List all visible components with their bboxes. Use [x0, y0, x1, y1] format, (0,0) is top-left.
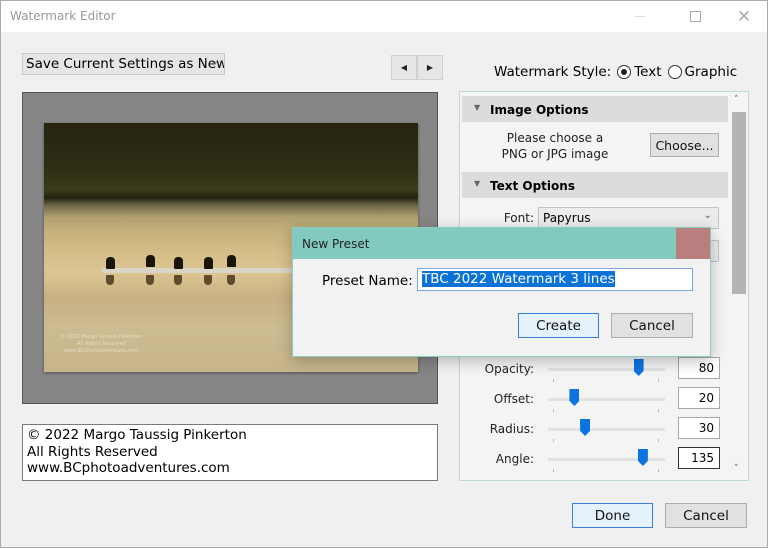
triangle-right-icon: ▶	[426, 63, 434, 72]
radius-label: Radius:	[489, 422, 534, 436]
rower	[106, 257, 115, 269]
image-prompt-line: PNG or JPG image	[501, 147, 609, 161]
slider-tick	[658, 379, 659, 382]
chevron-down-icon: ⌄	[210, 56, 219, 67]
angle-slider-thumb[interactable]	[637, 449, 648, 466]
image-options-title: Image Options	[490, 103, 589, 117]
dialog-title: New Preset	[302, 237, 370, 251]
choose-image-button[interactable]: Choose...	[650, 133, 719, 157]
rower-reflection	[174, 275, 182, 285]
slider-tick	[553, 379, 554, 382]
watermark-editor-window: Watermark Editor ✕ Save Current Settings…	[0, 0, 768, 548]
chevron-down-icon: ⌄	[703, 210, 712, 221]
previous-image-button[interactable]: ◀	[391, 55, 417, 80]
slider-tick	[658, 439, 659, 442]
watermark-text-line: All Rights Reserved	[27, 443, 158, 460]
preset-name-label: Preset Name:	[322, 273, 413, 289]
dialog-title-bar: New Preset	[293, 228, 710, 259]
close-button[interactable]: ✕	[721, 1, 767, 32]
slider-tick	[553, 409, 554, 412]
window-title: Watermark Editor	[10, 9, 116, 23]
maximize-icon	[689, 11, 701, 22]
radius-slider[interactable]	[548, 419, 665, 442]
minimize-icon	[635, 16, 645, 17]
dialog-close-button[interactable]	[676, 228, 710, 259]
rower-reflection	[106, 275, 114, 285]
slider-tick	[658, 469, 659, 472]
rower	[204, 257, 213, 269]
scroll-down-icon[interactable]: ˅	[734, 464, 739, 474]
rower-reflection	[204, 275, 212, 285]
preview-navigation: ◀ ▶	[391, 55, 443, 80]
cancel-button[interactable]: Cancel	[665, 503, 747, 528]
radio-text-label[interactable]: Text	[634, 64, 661, 80]
radio-text[interactable]	[617, 65, 632, 79]
panel-scrollbar[interactable]: ˄ ˅	[730, 92, 748, 480]
watermark-style-group: Watermark Style: Text Graphic	[494, 64, 737, 80]
disclosure-triangle-icon: ▼	[474, 103, 481, 112]
rower-reflection	[146, 275, 154, 285]
radio-graphic-label: Graphic	[684, 64, 738, 80]
scrollbar-thumb[interactable]	[732, 112, 746, 294]
rowing-boat	[102, 268, 302, 273]
radius-value-input[interactable]: 30	[678, 417, 720, 439]
font-select[interactable]: Papyrus ⌄	[538, 207, 719, 229]
preview-watermark-line: www.BCphotoadventures.com	[63, 348, 140, 354]
radio-graphic[interactable]	[667, 65, 682, 79]
scroll-up-icon[interactable]: ˄	[734, 95, 739, 105]
angle-slider[interactable]	[548, 449, 665, 472]
rower-reflection	[227, 275, 235, 285]
next-image-button[interactable]: ▶	[417, 55, 443, 80]
angle-label: Angle:	[495, 452, 534, 466]
image-prompt: Please choose a PNG or JPG image	[490, 130, 620, 162]
preview-watermark-line: © 2022 Margo Taussig Pinkerton	[60, 334, 143, 340]
offset-value-input[interactable]: 20	[678, 387, 720, 409]
offset-slider-thumb[interactable]	[569, 389, 580, 406]
done-button[interactable]: Done	[572, 503, 653, 528]
watermark-text-line: © 2022 Margo Taussig Pinkerton	[27, 427, 247, 443]
text-options-header[interactable]: ▼ Text Options	[462, 172, 728, 198]
opacity-slider-thumb[interactable]	[633, 359, 644, 376]
preview-watermark: © 2022 Margo Taussig Pinkerton All Right…	[54, 334, 149, 355]
watermark-text-input[interactable]: © 2022 Margo Taussig Pinkerton All Right…	[22, 424, 438, 481]
font-select-value: Papyrus	[543, 211, 591, 225]
title-bar: Watermark Editor ✕	[1, 1, 767, 32]
image-prompt-line: Please choose a	[506, 131, 604, 145]
offset-slider[interactable]	[548, 389, 665, 412]
watermark-text-line: www.BCphotoadventures.com	[27, 460, 230, 476]
rower	[174, 257, 183, 269]
watermark-style-label: Watermark Style:	[494, 64, 612, 80]
angle-value-input[interactable]: 135	[678, 447, 720, 469]
rower	[146, 255, 155, 267]
new-preset-dialog: New Preset Preset Name: TBC 2022 Waterma…	[292, 227, 711, 357]
close-icon: ✕	[736, 6, 752, 27]
preset-select[interactable]: Save Current Settings as New ⌄	[22, 53, 225, 75]
dialog-cancel-button[interactable]: Cancel	[611, 313, 693, 338]
text-options-title: Text Options	[490, 179, 575, 193]
disclosure-triangle-icon: ▼	[474, 179, 481, 188]
maximize-button[interactable]	[672, 1, 718, 32]
preset-name-value: TBC 2022 Watermark 3 lines	[422, 271, 615, 287]
font-label: Font:	[503, 211, 534, 225]
opacity-slider[interactable]	[548, 359, 665, 382]
radius-slider-thumb[interactable]	[580, 419, 591, 436]
slider-tick	[553, 439, 554, 442]
minimize-button[interactable]	[617, 1, 663, 32]
opacity-value-input[interactable]: 80	[678, 357, 720, 379]
slider-tick	[658, 409, 659, 412]
preset-name-input[interactable]: TBC 2022 Watermark 3 lines	[417, 268, 693, 291]
preset-select-value: Save Current Settings as New	[26, 56, 225, 72]
opacity-label: Opacity:	[484, 362, 534, 376]
offset-label: Offset:	[493, 392, 534, 406]
create-button[interactable]: Create	[518, 313, 599, 338]
image-options-header[interactable]: ▼ Image Options	[462, 96, 728, 122]
preview-watermark-line: All Rights Reserved	[77, 341, 126, 347]
triangle-left-icon: ◀	[400, 63, 408, 72]
rower	[227, 255, 236, 267]
slider-tick	[553, 469, 554, 472]
